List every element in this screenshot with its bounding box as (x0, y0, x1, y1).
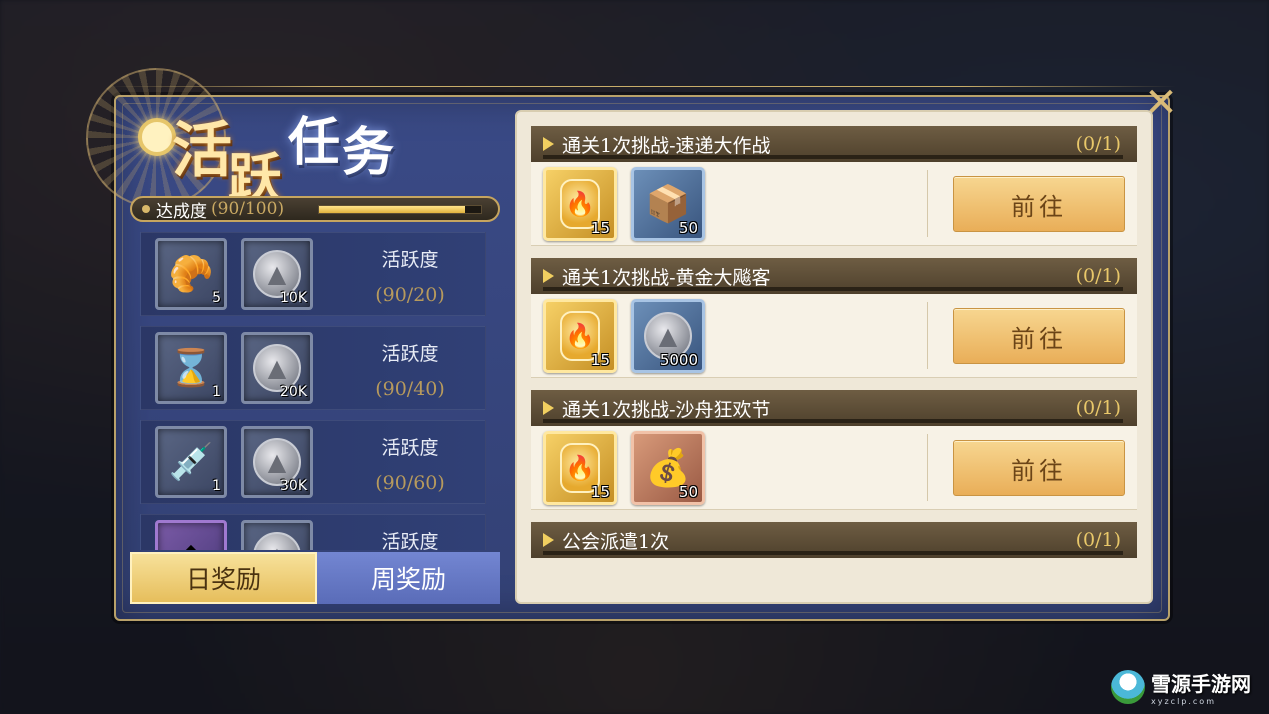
hourglass-icon: ⌛ (168, 348, 214, 389)
reward-item-slot[interactable]: ⌛ 1 (155, 332, 227, 404)
item-count: 10K (280, 290, 307, 306)
go-button[interactable]: 前往 (953, 440, 1125, 496)
page-title: 活 跃 任 务 (172, 112, 397, 210)
task-progress-count: (0/1) (1075, 529, 1121, 551)
requirement-label: 活跃度 (381, 343, 439, 365)
watermark-subtext: xyzclp.com (1151, 697, 1216, 706)
triangle-bullet-icon (543, 269, 554, 283)
item-count: 5 (212, 290, 221, 306)
task-item: 通关1次挑战-黄金大飚客 (0/1) 🔥 15 ▲ 5000 前往 (531, 258, 1137, 378)
requirement-value: (90/20) (375, 284, 445, 306)
task-name: 通关1次挑战-沙舟狂欢节 (562, 398, 771, 421)
reward-requirement: 活跃度 (90/20) (355, 245, 465, 306)
reward-item-slot[interactable]: ▲ 20K (241, 332, 313, 404)
bullet-icon (142, 205, 150, 213)
task-header: 通关1次挑战-黄金大飚客 (0/1) (531, 258, 1137, 294)
task-name: 通关1次挑战-黄金大飚客 (562, 266, 771, 289)
reward-item-slot[interactable]: 🥐 5 (155, 238, 227, 310)
reward-requirement: 活跃度 (90/40) (355, 339, 465, 400)
tab-weekly-rewards[interactable]: 周奖励 (317, 552, 500, 604)
divider (927, 302, 928, 369)
reward-item-slot[interactable]: ◆ (155, 520, 227, 550)
reward-item-slot[interactable]: 💉 1 (155, 426, 227, 498)
watermark-text: 雪源手游网 (1151, 672, 1251, 696)
task-item: 通关1次挑战-沙舟狂欢节 (0/1) 🔥 15 💰 50 前往 (531, 390, 1137, 510)
task-reward-slot[interactable]: 💰 50 (631, 430, 705, 505)
item-count: 15 (590, 350, 610, 369)
reward-item-slot[interactable]: ▲ 30K (241, 426, 313, 498)
reward-tabs: 日奖励 周奖励 (130, 552, 500, 604)
task-reward-slot[interactable]: 🔥 15 (543, 166, 617, 241)
item-count: 1 (212, 384, 221, 400)
task-reward-slot[interactable]: 📦 50 (631, 166, 705, 241)
go-button[interactable]: 前往 (953, 176, 1125, 232)
reward-item-slot[interactable]: ▲ (241, 520, 313, 550)
triangle-bullet-icon (543, 137, 554, 151)
triangle-bullet-icon (543, 401, 554, 415)
task-item: 通关1次挑战-速递大作战 (0/1) 🔥 15 📦 50 前往 (531, 126, 1137, 246)
requirement-value: (90/40) (375, 378, 445, 400)
requirement-value: (90/60) (375, 472, 445, 494)
reward-item-slot[interactable]: ▲ 10K (241, 238, 313, 310)
reward-tier-list[interactable]: 🥐 5 ▲ 10K 活跃度 (90/20) ⌛ 1 ▲ 20K 活跃度 (90/40) 💉 1 ▲ 30K 活跃… (140, 232, 490, 550)
task-reward-slot[interactable]: 🔥 15 (543, 430, 617, 505)
progress-fill (319, 206, 465, 213)
task-body: 🔥 15 ▲ 5000 前往 (531, 294, 1137, 378)
silver-coin-icon: ▲ (253, 532, 301, 550)
requirement-label: 活跃度 (381, 437, 439, 459)
reward-requirement: 活跃度 (90/60) (355, 433, 465, 494)
reward-tier-row: ◆ ▲ 活跃度 (140, 514, 486, 550)
task-progress-count: (0/1) (1075, 265, 1121, 287)
croissant-icon: 🥐 (168, 254, 214, 295)
tab-daily-rewards[interactable]: 日奖励 (130, 552, 317, 604)
divider (927, 434, 928, 501)
task-header: 通关1次挑战-沙舟狂欢节 (0/1) (531, 390, 1137, 426)
item-count: 30K (280, 478, 307, 494)
item-count: 1 (212, 478, 221, 494)
item-count: 20K (280, 384, 307, 400)
item-count: 50 (678, 482, 698, 501)
gem-icon: ◆ (177, 536, 205, 551)
progress-track (318, 205, 482, 214)
reward-tier-row: 💉 1 ▲ 30K 活跃度 (90/60) (140, 420, 486, 504)
frame-ornament-line (108, 86, 1176, 87)
progress-label: 达成度 (156, 201, 207, 222)
item-count: 15 (590, 482, 610, 501)
task-progress-count: (0/1) (1075, 397, 1121, 419)
requirement-label: 活跃度 (381, 249, 439, 271)
task-body: 🔥 15 📦 50 前往 (531, 162, 1137, 246)
triangle-bullet-icon (543, 533, 554, 547)
completion-progress: 达成度 (90/100) (130, 196, 500, 222)
task-body: 🔥 15 💰 50 前往 (531, 426, 1137, 510)
task-name: 通关1次挑战-速递大作战 (562, 134, 771, 157)
task-progress-bar (543, 287, 1123, 291)
item-count: 50 (678, 218, 698, 237)
reward-requirement: 活跃度 (355, 527, 465, 550)
progress-value: (90/100) (211, 199, 285, 219)
task-progress-bar (543, 551, 1123, 555)
go-button[interactable]: 前往 (953, 308, 1125, 364)
task-progress-count: (0/1) (1075, 133, 1121, 155)
task-reward-slot[interactable]: ▲ 5000 (631, 298, 705, 373)
item-count: 15 (590, 218, 610, 237)
reward-tier-row: 🥐 5 ▲ 10K 活跃度 (90/20) (140, 232, 486, 316)
task-header: 通关1次挑战-速递大作战 (0/1) (531, 126, 1137, 162)
watermark-logo-icon (1111, 670, 1145, 704)
requirement-label: 活跃度 (381, 531, 439, 550)
reward-tier-row: ⌛ 1 ▲ 20K 活跃度 (90/40) (140, 326, 486, 410)
task-item: 公会派遣1次 (0/1) (531, 522, 1137, 558)
site-watermark: 雪源手游网 xyzclp.com (1111, 666, 1261, 708)
item-count: 5000 (659, 350, 698, 369)
divider (927, 170, 928, 237)
task-progress-bar (543, 155, 1123, 159)
task-progress-bar (543, 419, 1123, 423)
task-list[interactable]: 通关1次挑战-速递大作战 (0/1) 🔥 15 📦 50 前往 通关1次挑战-黄金大飚客 (0/… (515, 110, 1153, 604)
syringe-icon: 💉 (168, 442, 214, 483)
task-reward-slot[interactable]: 🔥 15 (543, 298, 617, 373)
task-name: 公会派遣1次 (562, 530, 670, 553)
task-header: 公会派遣1次 (0/1) (531, 522, 1137, 558)
